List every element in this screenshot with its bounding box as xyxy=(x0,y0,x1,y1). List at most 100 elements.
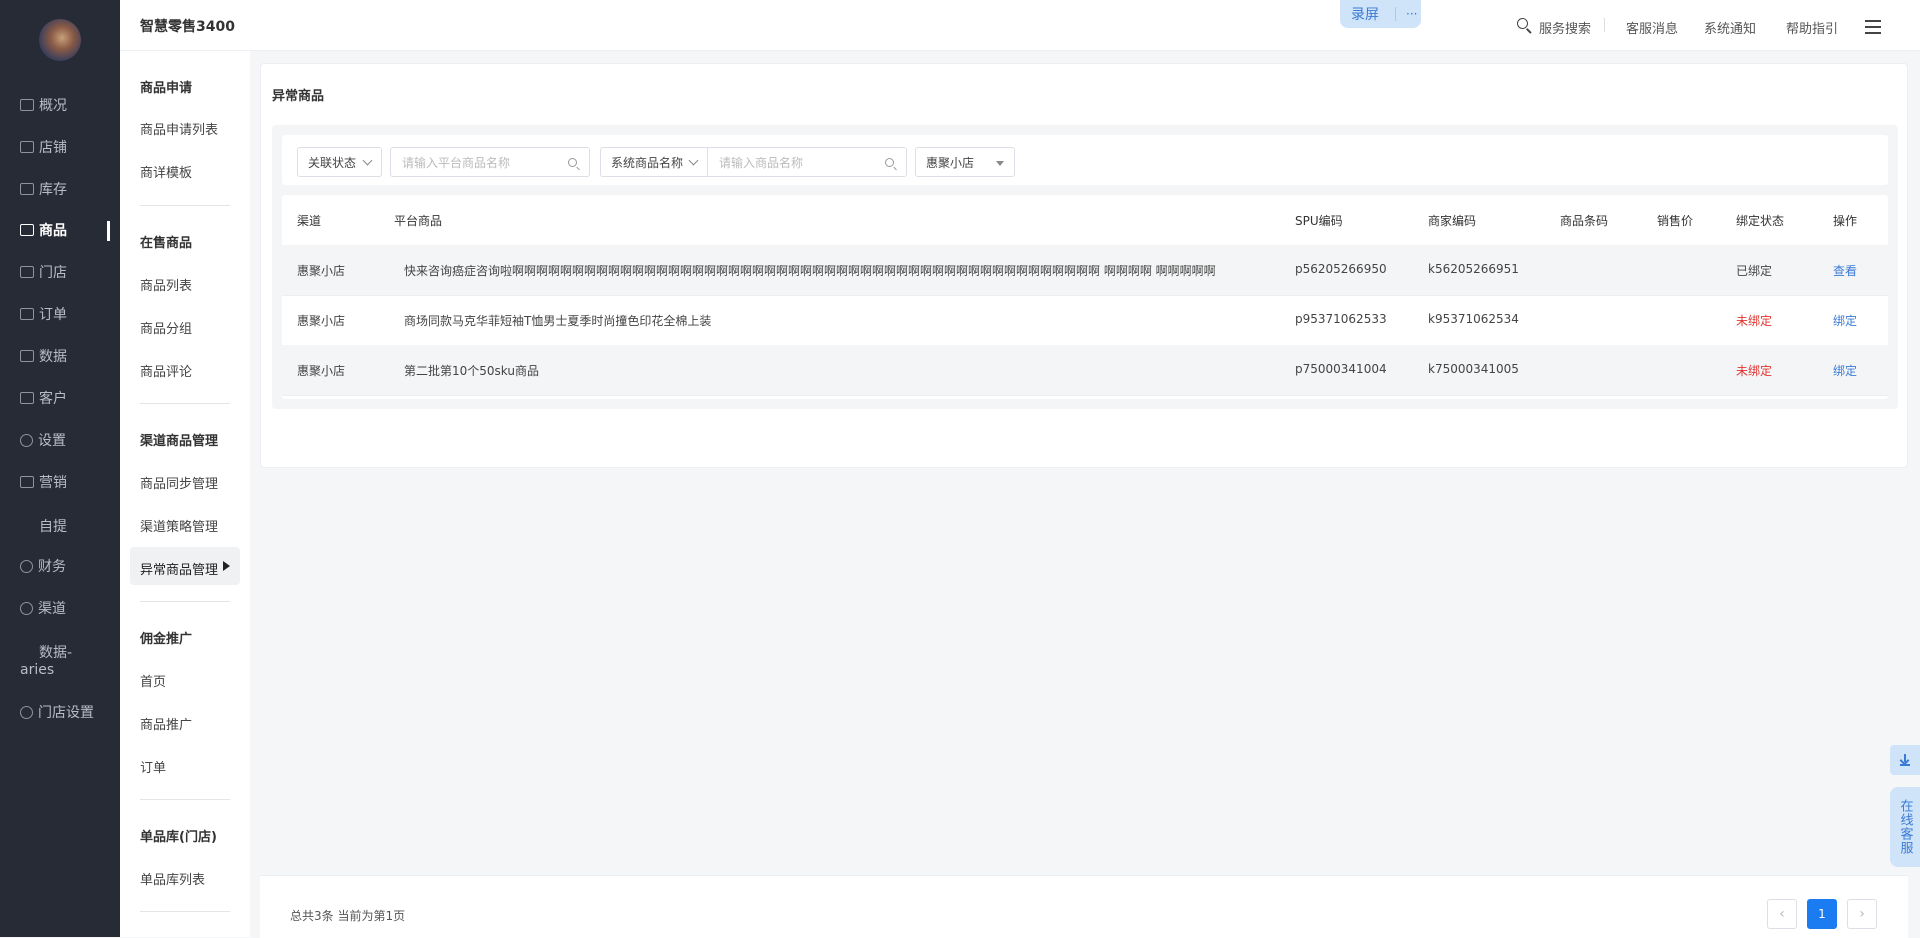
nav-item-customers[interactable]: 客户 xyxy=(20,386,67,410)
col-platform-goods: 平台商品 xyxy=(394,214,443,228)
avatar[interactable] xyxy=(39,19,81,61)
subnav-item-sku-lib[interactable]: 单品库列表 xyxy=(140,869,205,888)
subnav-item-goods-review[interactable]: 商品评论 xyxy=(140,361,192,380)
nav-item-marketing[interactable]: 营销 xyxy=(20,470,67,494)
subnav-item-orders[interactable]: 订单 xyxy=(140,757,166,776)
finance-icon xyxy=(20,559,33,573)
view-button[interactable]: 查看 xyxy=(1833,262,1857,279)
subnav-group-title: 单品库(门店) xyxy=(140,830,217,845)
table-row: 惠聚小店 第二批第10个50sku商品 p75000341004 k750003… xyxy=(282,345,1888,396)
col-action: 操作 xyxy=(1833,214,1858,228)
sys-field-select[interactable]: 系统商品名称 xyxy=(600,147,708,177)
nav-item-orders[interactable]: 订单 xyxy=(20,302,67,326)
top-header: 智慧零售3400 录屏 ··· 服务搜索 客服消息 系统通知 帮助指引 xyxy=(120,0,1920,51)
subnav-group-title: 渠道商品管理 xyxy=(140,434,219,449)
nav-item-overview[interactable]: 概况 xyxy=(20,93,67,117)
subnav-item-home[interactable]: 首页 xyxy=(140,671,166,690)
col-price: 销售价 xyxy=(1657,214,1694,228)
nav-item-pickup[interactable]: 自提 xyxy=(39,516,67,536)
subnav-divider xyxy=(140,601,230,602)
table-row: 惠聚小店 快来咨询癌症咨询啦啊啊啊啊啊啊啊啊啊啊啊啊啊啊啊啊啊啊啊啊啊啊啊啊啊啊… xyxy=(282,245,1888,296)
subnav-item-sync[interactable]: 商品同步管理 xyxy=(140,473,218,492)
search-icon xyxy=(885,158,894,167)
col-spu: SPU编码 xyxy=(1295,214,1343,228)
nav-item-data[interactable]: 数据 xyxy=(20,344,67,368)
cell-merchant: k75000341005 xyxy=(1428,362,1519,376)
subnav-item-abnormal-label[interactable]: 异常商品管理 xyxy=(140,559,218,578)
subnav-group-title: 佣金推广 xyxy=(140,632,193,647)
page-1-button[interactable]: 1 xyxy=(1807,899,1837,929)
header-divider xyxy=(1604,18,1605,32)
overview-icon xyxy=(20,99,34,111)
cell-status: 未绑定 xyxy=(1736,364,1773,378)
store-settings-icon xyxy=(20,705,33,719)
nav-item-finance[interactable]: 财务 xyxy=(20,554,66,578)
customer-message-link[interactable]: 客服消息 xyxy=(1626,18,1678,37)
cell-channel: 惠聚小店 xyxy=(297,364,346,378)
status-select[interactable]: 关联状态 xyxy=(297,147,382,177)
cell-spu: p75000341004 xyxy=(1295,362,1387,376)
record-more-button[interactable]: ··· xyxy=(1395,7,1417,21)
main-nav: 概况 店铺 库存 商品 门店 订单 数据 客户 设置 营销 自提 财务 渠道 数… xyxy=(0,0,120,937)
gear-icon xyxy=(20,433,33,447)
bind-button[interactable]: 绑定 xyxy=(1833,312,1857,329)
chevron-down-icon xyxy=(688,155,699,166)
table-header: 渠道 平台商品 SPU编码 商家编码 商品条码 销售价 绑定状态 操作 xyxy=(282,195,1888,246)
subnav-item-promotion[interactable]: 商品推广 xyxy=(140,714,192,733)
subnav-item-goods-group[interactable]: 商品分组 xyxy=(140,318,192,337)
menu-icon[interactable] xyxy=(1865,20,1881,38)
cell-product: 快来咨询癌症咨询啦啊啊啊啊啊啊啊啊啊啊啊啊啊啊啊啊啊啊啊啊啊啊啊啊啊啊啊啊啊啊啊… xyxy=(404,264,1216,278)
sub-nav: 商品申请 商品申请列表 商详模板 在售商品 商品列表 商品分组 商品评论 渠道商… xyxy=(120,51,250,937)
pagination-summary: 总共3条 当前为第1页 xyxy=(290,909,406,923)
subnav-item-strategy[interactable]: 渠道策略管理 xyxy=(140,516,218,535)
pagination-bar: 总共3条 当前为第1页 ‹ 1 › xyxy=(260,875,1908,938)
nav-item-inventory[interactable]: 库存 xyxy=(20,177,67,201)
cell-channel: 惠聚小店 xyxy=(297,314,346,328)
col-merchant-code: 商家编码 xyxy=(1428,214,1477,228)
store-icon xyxy=(20,266,34,278)
nav-item-data-aries-line1[interactable]: 数据- xyxy=(39,642,72,662)
system-notice-link[interactable]: 系统通知 xyxy=(1704,18,1756,37)
chart-icon xyxy=(20,350,34,362)
cell-channel: 惠聚小店 xyxy=(297,264,346,278)
subnav-item-goods-list[interactable]: 商品列表 xyxy=(140,275,192,294)
cell-status: 已绑定 xyxy=(1736,264,1773,278)
search-icon xyxy=(568,158,577,167)
goods-icon xyxy=(20,224,34,236)
app-title: 智慧零售3400 xyxy=(140,19,235,35)
chevron-down-icon xyxy=(362,155,373,166)
search-icon[interactable] xyxy=(1517,18,1528,29)
shop-icon xyxy=(20,141,34,153)
store-select[interactable]: 惠聚小店 xyxy=(915,147,1015,177)
subnav-item-apply-list[interactable]: 商品申请列表 xyxy=(140,119,218,138)
online-service-button[interactable]: 在线客服 xyxy=(1890,787,1920,867)
platform-name-input[interactable]: 请输入平台商品名称 xyxy=(390,147,590,177)
prev-page-button[interactable]: ‹ xyxy=(1767,899,1797,929)
bar-chart-icon xyxy=(20,476,34,488)
nav-item-shop[interactable]: 店铺 xyxy=(20,135,67,159)
main-card: 异常商品 关联状态 请输入平台商品名称 系统商品名称 请输入商品名称 惠聚小店 xyxy=(260,63,1908,468)
content-panel: 关联状态 请输入平台商品名称 系统商品名称 请输入商品名称 惠聚小店 渠道 平台… xyxy=(272,125,1898,409)
bind-button[interactable]: 绑定 xyxy=(1833,362,1857,379)
nav-item-store[interactable]: 门店 xyxy=(20,260,67,284)
download-button[interactable] xyxy=(1890,745,1920,775)
col-bind-status: 绑定状态 xyxy=(1736,214,1785,228)
help-guide-link[interactable]: 帮助指引 xyxy=(1786,18,1838,37)
next-page-button[interactable]: › xyxy=(1847,899,1877,929)
sys-name-input[interactable]: 请输入商品名称 xyxy=(707,147,907,177)
page-title: 异常商品 xyxy=(272,89,325,104)
cell-product: 第二批第10个50sku商品 xyxy=(404,364,539,378)
nav-item-settings[interactable]: 设置 xyxy=(20,428,66,452)
nav-item-channel[interactable]: 渠道 xyxy=(20,596,66,620)
nav-item-data-aries-line2[interactable]: aries xyxy=(20,662,54,678)
nav-item-store-settings[interactable]: 门店设置 xyxy=(20,700,94,724)
nav-item-goods[interactable]: 商品 xyxy=(20,218,67,242)
record-button[interactable]: 录屏 xyxy=(1340,4,1395,24)
table-row: 惠聚小店 商场同款马克华菲短袖T恤男士夏季时尚撞色印花全棉上装 p9537106… xyxy=(282,295,1888,346)
record-widget: 录屏 ··· xyxy=(1340,0,1421,28)
cell-spu: p95371062533 xyxy=(1295,312,1387,326)
service-search-link[interactable]: 服务搜索 xyxy=(1539,18,1591,37)
nav-active-indicator xyxy=(107,221,110,241)
cell-merchant: k56205266951 xyxy=(1428,262,1519,276)
subnav-item-detail-template[interactable]: 商详模板 xyxy=(140,162,192,181)
